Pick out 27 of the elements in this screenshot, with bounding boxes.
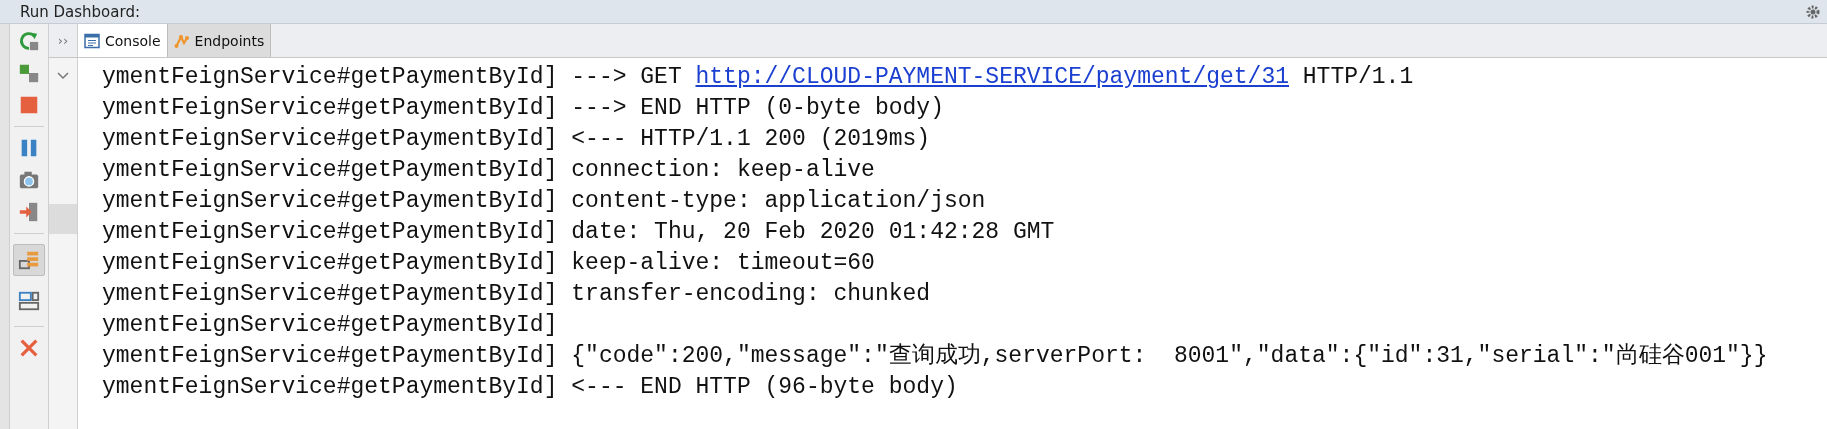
tab[interactable]: Endpoints <box>167 24 272 57</box>
rerun-icon[interactable] <box>18 30 40 52</box>
console-icon <box>84 32 100 49</box>
log-line: ymentFeignService#getPaymentById] transfer-encoding: chunked <box>102 280 932 309</box>
log-line: ymentFeignService#getPaymentById] <box>102 311 559 340</box>
endpoints-icon <box>173 32 190 49</box>
log-line: ymentFeignService#getPaymentById] ---> GET http://CLOUD-PAYMENT-SERVICE/payment/get/31 HTTP/1.1 <box>102 63 1415 92</box>
tab[interactable]: Console <box>78 24 168 57</box>
log-line: ymentFeignService#getPaymentById] <--- HTTP/1.1 200 (2019ms) <box>102 125 932 154</box>
expand-toggle[interactable]: ›› <box>57 33 69 48</box>
log-line: ymentFeignService#getPaymentById] <--- END HTTP (96-byte body) <box>102 373 959 402</box>
log-line: ymentFeignService#getPaymentById] date: Thu, 20 Feb 2020 01:42:28 GMT <box>102 218 1056 247</box>
log-line: ymentFeignService#getPaymentById] content-type: application/json <box>102 187 987 216</box>
panel-title: Run Dashboard: <box>20 2 140 21</box>
camera-icon[interactable] <box>18 169 40 191</box>
close-icon[interactable] <box>18 337 40 359</box>
modules-icon[interactable] <box>18 62 40 84</box>
tree-view-button[interactable] <box>13 244 45 276</box>
log-line: ymentFeignService#getPaymentById] keep-alive: timeout=60 <box>102 249 876 278</box>
log-line: ymentFeignService#getPaymentById] {"code":200,"message":"查询成功,serverPort: 8001","data":{"id":31,"serial":"尚硅谷001"}} <box>102 342 1769 371</box>
exit-icon[interactable] <box>18 201 40 223</box>
settings-icon[interactable] <box>1805 3 1821 20</box>
chevron-down-icon[interactable] <box>57 72 69 80</box>
url-link[interactable]: http://CLOUD-PAYMENT-SERVICE/payment/get/31 <box>695 64 1289 90</box>
stop-icon[interactable] <box>18 94 40 116</box>
log-line: ymentFeignService#getPaymentById] connection: keep-alive <box>102 156 876 185</box>
log-line: ymentFeignService#getPaymentById] ---> END HTTP (0-byte body) <box>102 94 945 123</box>
